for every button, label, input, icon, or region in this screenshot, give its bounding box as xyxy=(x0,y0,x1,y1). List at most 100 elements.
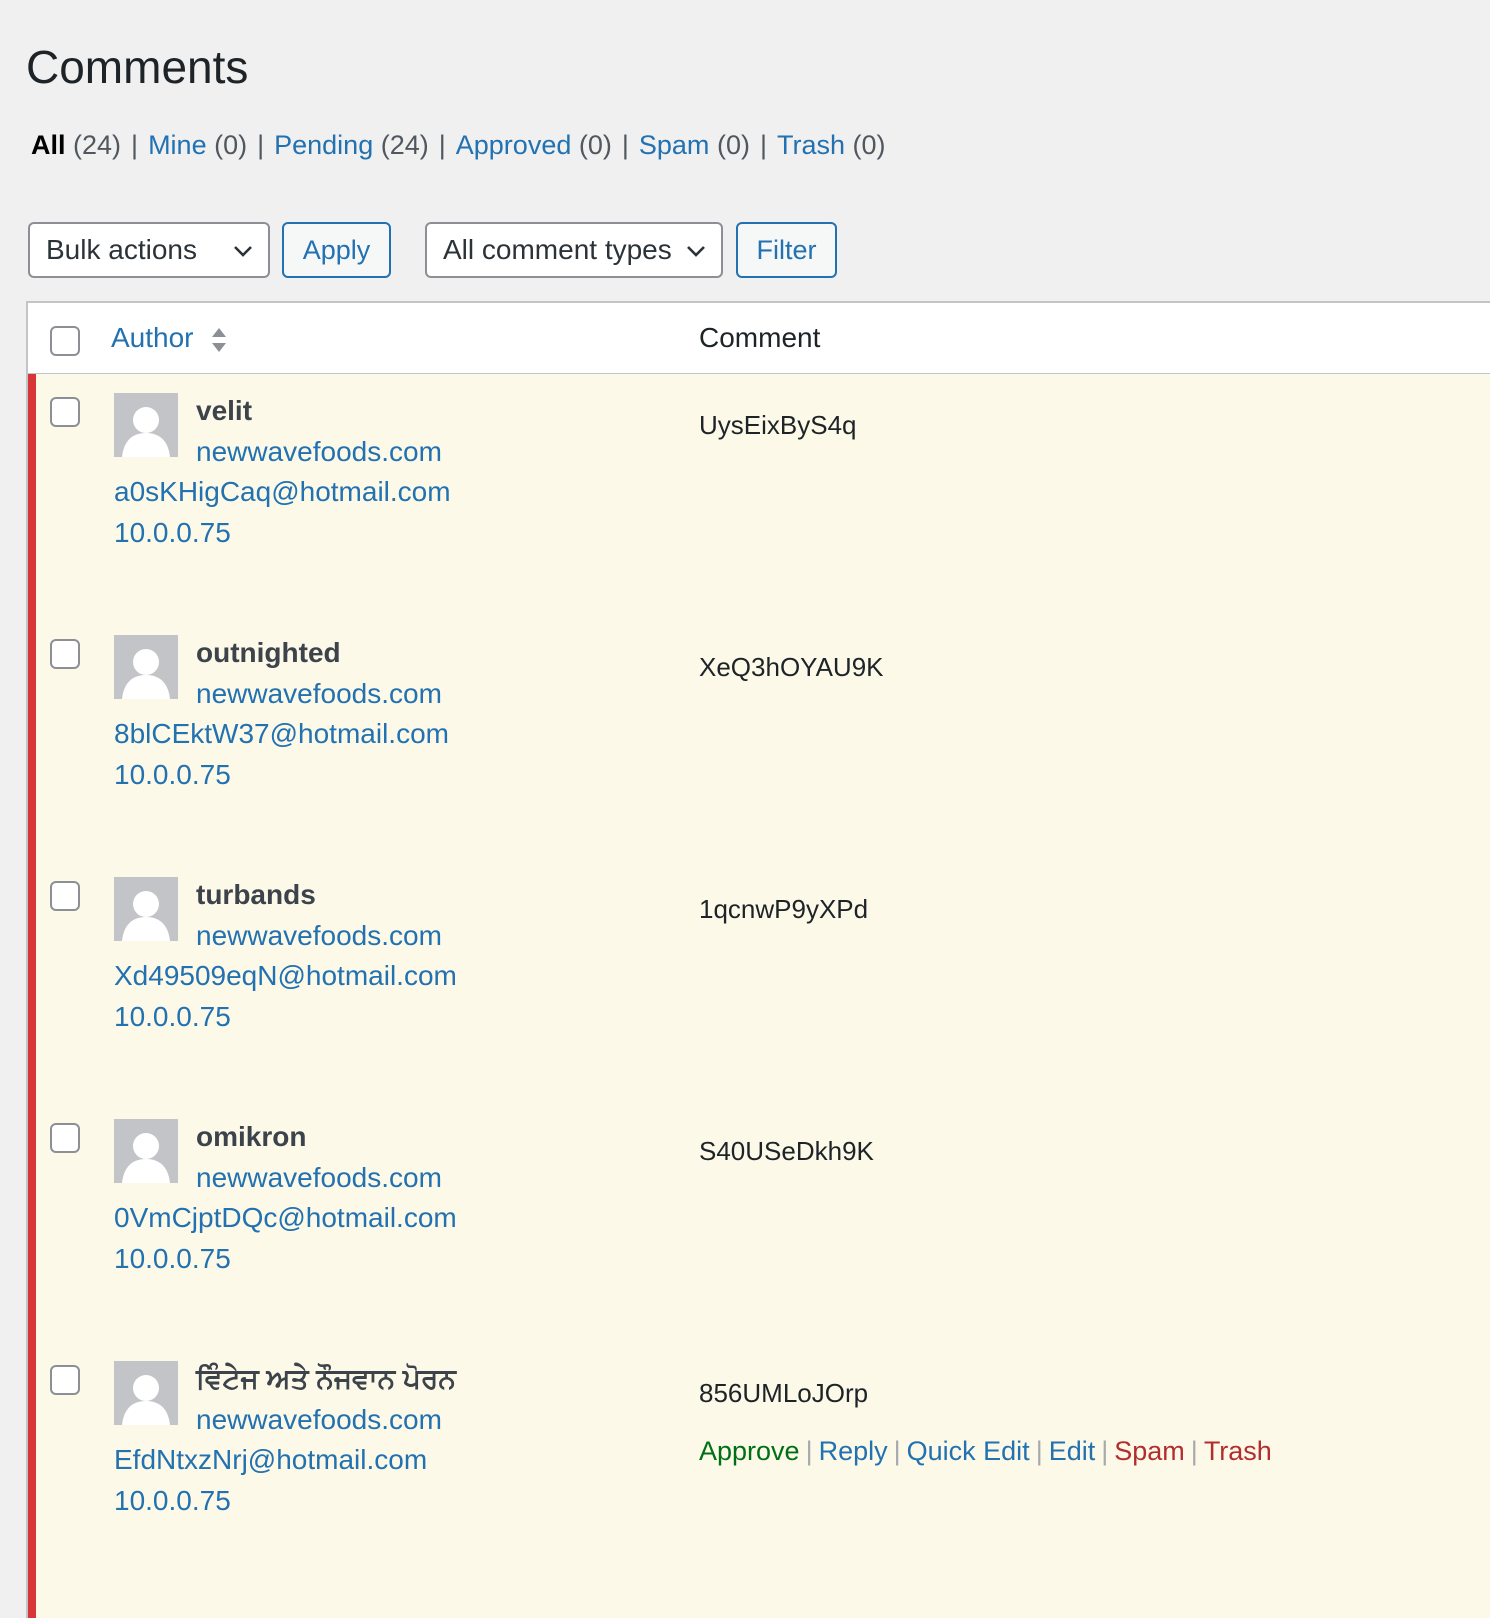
select-all-checkbox[interactable] xyxy=(50,326,80,356)
comment-status-views: All (24) | Mine (0) | Pending (24) | Approved … xyxy=(31,128,886,162)
author-name: ਵਿੰਟੇਜ ਅਤੇ ਨੌਜਵਾਨ ਪੋਰਨ xyxy=(196,1363,456,1394)
quick-edit-action[interactable]: Quick Edit xyxy=(907,1436,1030,1466)
row-checkbox[interactable] xyxy=(50,397,80,427)
view-all-count: (24) xyxy=(73,130,122,160)
comments-page: Comments All (24) | Mine (0) | Pending (24) |… xyxy=(0,0,1490,1618)
bulk-actions-select[interactable]: Bulk actions xyxy=(28,222,270,278)
table-header: Author Comment xyxy=(28,303,1490,375)
action-separator: | xyxy=(805,1436,813,1466)
view-separator: | xyxy=(759,130,767,160)
view-pending[interactable]: Pending (24) xyxy=(274,130,429,160)
view-trash[interactable]: Trash (0) xyxy=(777,130,886,160)
default-avatar-icon xyxy=(122,407,170,457)
view-separator: | xyxy=(621,130,629,160)
comment-row: turbands newwavefoods.com Xd49509eqN@hot… xyxy=(28,858,1490,1107)
row-checkbox[interactable] xyxy=(50,1123,80,1153)
comment-text: UysEixByS4q xyxy=(699,410,857,440)
author-name: omikron xyxy=(196,1121,307,1152)
apply-button[interactable]: Apply xyxy=(282,222,391,278)
comment-text: XeQ3hOYAU9K xyxy=(699,652,884,682)
comment-type-select[interactable]: All comment types xyxy=(425,222,723,278)
avatar xyxy=(114,635,178,699)
view-separator: | xyxy=(438,130,446,160)
view-separator: | xyxy=(257,130,265,160)
row-checkbox[interactable] xyxy=(50,1365,80,1395)
author-ip-link[interactable]: 10.0.0.75 xyxy=(114,516,231,550)
author-url-link[interactable]: newwavefoods.com xyxy=(196,1403,442,1437)
spam-action[interactable]: Spam xyxy=(1114,1436,1185,1466)
view-all[interactable]: All (24) xyxy=(31,130,121,160)
pending-indicator xyxy=(28,374,36,621)
default-avatar-icon xyxy=(122,1133,170,1183)
avatar xyxy=(114,1119,178,1183)
author-ip-link[interactable]: 10.0.0.75 xyxy=(114,1000,231,1034)
row-checkbox[interactable] xyxy=(50,639,80,669)
view-mine-count: (0) xyxy=(214,130,248,160)
chevron-down-icon xyxy=(234,246,252,257)
author-url-link[interactable]: newwavefoods.com xyxy=(196,677,442,711)
view-pending-label[interactable]: Pending xyxy=(274,130,373,160)
default-avatar-icon xyxy=(122,1375,170,1425)
author-url-link[interactable]: newwavefoods.com xyxy=(196,919,442,953)
default-avatar-icon xyxy=(122,649,170,699)
page-title: Comments xyxy=(26,41,249,93)
column-author-sort[interactable]: Author xyxy=(111,321,194,355)
edit-action[interactable]: Edit xyxy=(1049,1436,1096,1466)
author-ip-link[interactable]: 10.0.0.75 xyxy=(114,758,231,792)
comment-text: 1qcnwP9yXPd xyxy=(699,894,869,924)
comment-type-label: All comment types xyxy=(443,234,672,265)
trash-action[interactable]: Trash xyxy=(1204,1436,1272,1466)
comment-text: 856UMLoJOrp xyxy=(699,1378,869,1408)
author-url-link[interactable]: newwavefoods.com xyxy=(196,1161,442,1195)
pending-indicator xyxy=(28,616,36,863)
view-mine[interactable]: Mine (0) xyxy=(148,130,247,160)
author-url-link[interactable]: newwavefoods.com xyxy=(196,435,442,469)
action-separator: | xyxy=(893,1436,901,1466)
author-email-link[interactable]: EfdNtxzNrj@hotmail.com xyxy=(114,1443,427,1477)
avatar xyxy=(114,1361,178,1425)
default-avatar-icon xyxy=(122,891,170,941)
comment-row: velit newwavefoods.com a0sKHigCaq@hotmai… xyxy=(28,374,1490,623)
row-actions: Approve | Reply | Quick Edit | Edit | Spam | Trash xyxy=(699,1434,1272,1468)
avatar xyxy=(114,877,178,941)
view-all-label[interactable]: All xyxy=(31,130,66,160)
author-email-link[interactable]: Xd49509eqN@hotmail.com xyxy=(114,959,457,993)
comment-text: S40USeDkh9K xyxy=(699,1136,874,1166)
column-comment-header: Comment xyxy=(699,322,821,353)
pending-indicator xyxy=(28,1342,36,1618)
reply-action[interactable]: Reply xyxy=(819,1436,888,1466)
view-approved-label[interactable]: Approved xyxy=(456,130,572,160)
view-spam-label[interactable]: Spam xyxy=(639,130,710,160)
view-approved[interactable]: Approved (0) xyxy=(456,130,612,160)
action-separator: | xyxy=(1101,1436,1109,1466)
author-email-link[interactable]: a0sKHigCaq@hotmail.com xyxy=(114,475,451,509)
view-approved-count: (0) xyxy=(578,130,612,160)
author-name: velit xyxy=(196,395,253,426)
action-separator: | xyxy=(1190,1436,1198,1466)
author-email-link[interactable]: 0VmCjptDQc@hotmail.com xyxy=(114,1201,457,1235)
view-spam-count: (0) xyxy=(716,130,750,160)
comment-row: ਵਿੰਟੇਜ ਅਤੇ ਨੌਜਵਾਨ ਪੋਰਨ newwavefoods.com … xyxy=(28,1342,1490,1618)
row-checkbox[interactable] xyxy=(50,881,80,911)
action-separator: | xyxy=(1035,1436,1043,1466)
view-separator: | xyxy=(131,130,139,160)
author-name: turbands xyxy=(196,879,316,910)
author-ip-link[interactable]: 10.0.0.75 xyxy=(114,1242,231,1276)
author-ip-link[interactable]: 10.0.0.75 xyxy=(114,1484,231,1518)
comment-row: omikron newwavefoods.com 0VmCjptDQc@hotm… xyxy=(28,1100,1490,1349)
view-mine-label[interactable]: Mine xyxy=(148,130,207,160)
bulk-actions-label: Bulk actions xyxy=(46,234,197,265)
filter-button[interactable]: Filter xyxy=(736,222,837,278)
avatar xyxy=(114,393,178,457)
view-trash-label[interactable]: Trash xyxy=(777,130,845,160)
comments-table: Author Comment velit newwavefoods.com a0… xyxy=(26,301,1490,1618)
sort-arrows-icon[interactable] xyxy=(208,323,230,357)
view-pending-count: (24) xyxy=(380,130,429,160)
view-spam[interactable]: Spam (0) xyxy=(639,130,750,160)
author-name: outnighted xyxy=(196,637,341,668)
author-email-link[interactable]: 8blCEktW37@hotmail.com xyxy=(114,717,449,751)
pending-indicator xyxy=(28,1100,36,1347)
view-trash-count: (0) xyxy=(852,130,886,160)
comment-row: outnighted newwavefoods.com 8blCEktW37@h… xyxy=(28,616,1490,865)
approve-action[interactable]: Approve xyxy=(699,1436,800,1466)
